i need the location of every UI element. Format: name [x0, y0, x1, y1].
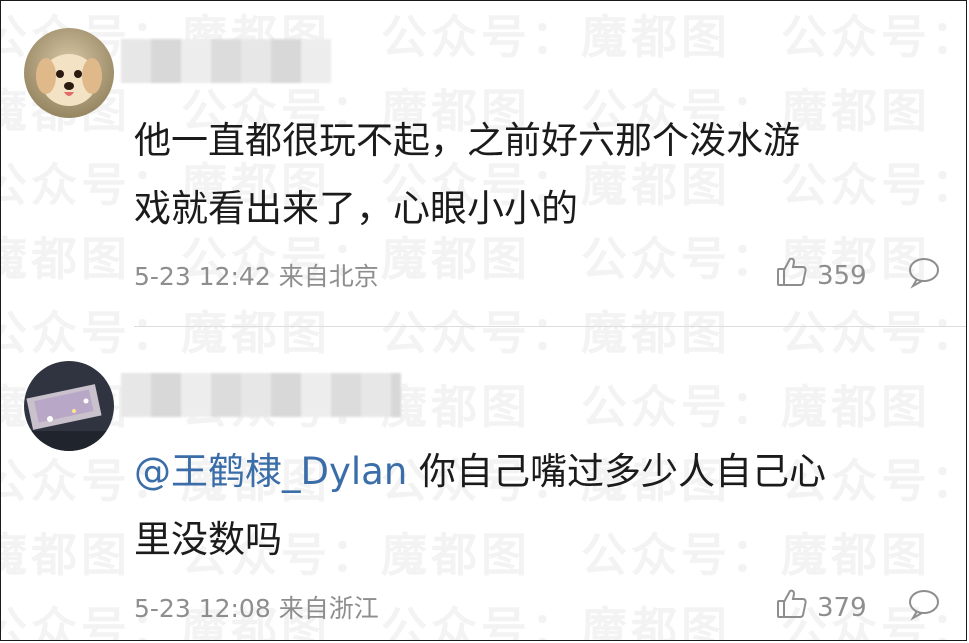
comment-item: @王鹤棣_Dylan 你自己嘴过多少人自己心 里没数吗 5-23 12:08 来…: [1, 327, 966, 640]
like-button[interactable]: 379: [775, 587, 867, 628]
comment-bubble-icon[interactable]: [907, 255, 941, 293]
location: 来自浙江: [278, 594, 379, 623]
comment-text-line: 他一直都很玩不起，之前好六那个泼水游: [134, 119, 800, 162]
username-blurred[interactable]: [121, 39, 331, 83]
location: 来自北京: [278, 262, 379, 291]
like-button[interactable]: 359: [775, 255, 867, 296]
timestamp: 5-23 12:42: [134, 262, 271, 291]
thumbs-up-icon: [775, 587, 809, 628]
comment-meta: 5-23 12:42 来自北京: [134, 257, 379, 293]
comment-bubble-icon[interactable]: [907, 587, 941, 625]
puppy-avatar-icon[interactable]: [24, 28, 114, 118]
comment-meta: 5-23 12:08 来自浙江: [134, 589, 379, 625]
mention-link[interactable]: @王鹤棣_Dylan: [134, 450, 407, 493]
comment-text: 他一直都很玩不起，之前好六那个泼水游 戏就看出来了，心眼小小的: [134, 107, 934, 243]
comment-text-line: 里没数吗: [134, 518, 282, 561]
comment-text-line: 戏就看出来了，心眼小小的: [134, 187, 578, 230]
comment-text: @王鹤棣_Dylan 你自己嘴过多少人自己心 里没数吗: [134, 438, 934, 574]
like-count: 359: [817, 260, 867, 291]
comment-item: 他一直都很玩不起，之前好六那个泼水游 戏就看出来了，心眼小小的 5-23 12:…: [1, 1, 966, 326]
photo-avatar-icon[interactable]: [24, 361, 114, 451]
comment-screenshot: 公众号：魔都图 公众号：魔都图 公众号：魔都图 公众号：魔都图 公众号：魔都图 …: [0, 0, 967, 641]
comment-text-line: @王鹤棣_Dylan 你自己嘴过多少人自己心: [134, 450, 827, 493]
like-count: 379: [817, 592, 867, 623]
timestamp: 5-23 12:08: [134, 594, 271, 623]
thumbs-up-icon: [775, 255, 809, 296]
username-blurred[interactable]: [121, 373, 401, 417]
